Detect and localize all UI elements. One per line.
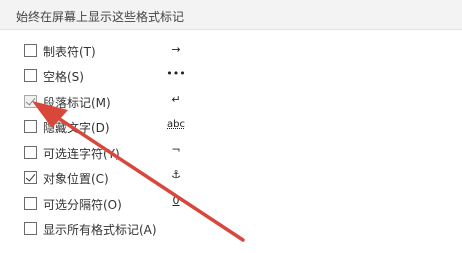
hidden-text-icon: abc (167, 119, 185, 130)
object-anchors-checkbox[interactable] (24, 171, 37, 184)
option-label: 制表符(T) (43, 45, 96, 59)
paragraph-mark-icon: ↵ (171, 93, 181, 106)
option-label: 对象位置(C) (43, 172, 109, 186)
optional-break-icon: 0 (172, 194, 180, 207)
section-title: 始终在屏幕上显示这些格式标记 (16, 10, 185, 24)
optional-hyphen-icon: ¬ (171, 143, 181, 156)
option-spaces[interactable]: 空格(S) (24, 66, 224, 88)
option-hidden-text[interactable]: 隐藏文字(D) (24, 117, 224, 139)
tab-characters-checkbox[interactable] (24, 44, 37, 57)
show-all-marks-checkbox[interactable] (24, 222, 37, 235)
option-optional-breaks[interactable]: 可选分隔符(O) (24, 194, 224, 216)
tab-arrow-icon: → (171, 43, 181, 56)
optional-hyphens-checkbox[interactable] (24, 146, 37, 159)
option-tab-characters[interactable]: 制表符(T) (24, 41, 224, 63)
option-optional-hyphens[interactable]: 可选连字符(Y) (24, 143, 224, 165)
spaces-checkbox[interactable] (24, 69, 37, 82)
option-show-all-marks[interactable]: 显示所有格式标记(A) (24, 219, 224, 241)
option-paragraph-marks[interactable]: 段落标记(M) (24, 92, 224, 114)
space-dots-icon: ••• (166, 67, 186, 80)
optional-breaks-checkbox[interactable] (24, 197, 37, 210)
hidden-text-checkbox[interactable] (24, 120, 37, 133)
option-label: 可选连字符(Y) (43, 147, 120, 161)
option-object-anchors[interactable]: 对象位置(C) (24, 168, 224, 190)
option-label: 可选分隔符(O) (43, 198, 122, 212)
option-label: 段落标记(M) (43, 96, 111, 110)
anchor-icon: ⚓ (171, 168, 181, 181)
section-header: 始终在屏幕上显示这些格式标记 (0, 0, 462, 30)
option-label: 显示所有格式标记(A) (43, 223, 157, 237)
paragraph-marks-checkbox[interactable] (24, 95, 37, 108)
option-label: 隐藏文字(D) (43, 121, 110, 135)
option-label: 空格(S) (43, 70, 84, 84)
